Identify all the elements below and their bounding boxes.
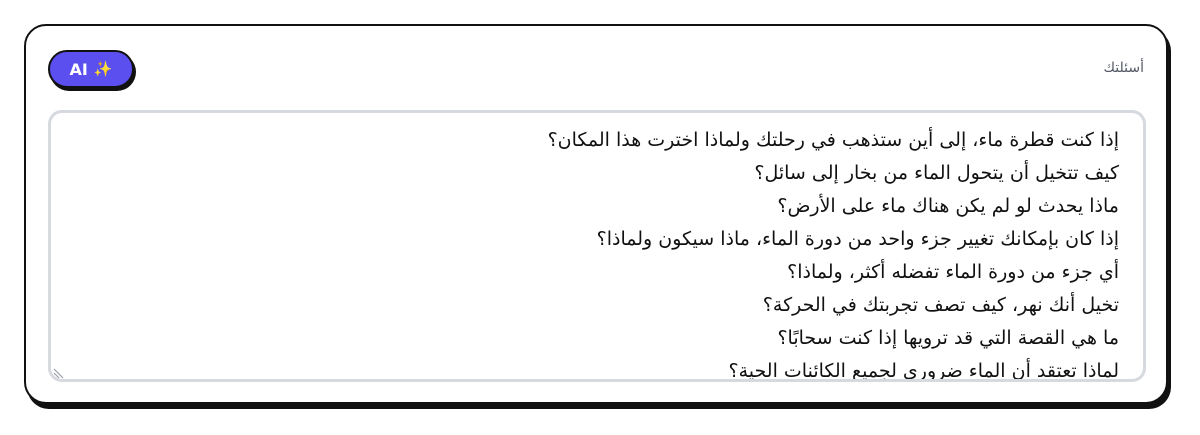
questions-card: أسئلتك AI ✨ إذا كنت قطرة ماء، إلى أين ست… bbox=[24, 24, 1168, 404]
ai-generate-button[interactable]: AI ✨ bbox=[48, 50, 134, 88]
ai-button-label: AI bbox=[69, 59, 88, 79]
question-line: ماذا يحدث لو لم يكن هناك ماء على الأرض؟ bbox=[777, 195, 1119, 217]
question-line: إذا كان بإمكانك تغيير جزء واحد من دورة ا… bbox=[596, 228, 1119, 250]
question-line: كيف تتخيل أن يتحول الماء من بخار إلى سائ… bbox=[754, 162, 1119, 184]
field-label: أسئلتك bbox=[1103, 60, 1144, 76]
question-line: تخيل أنك نهر، كيف تصف تجربتك في الحركة؟ bbox=[762, 294, 1119, 316]
question-line: ما هي القصة التي قد ترويها إذا كنت سحابً… bbox=[777, 327, 1119, 349]
question-line: أي جزء من دورة الماء تفضله أكثر، ولماذا؟ bbox=[787, 261, 1119, 283]
sparkles-icon: ✨ bbox=[93, 60, 113, 78]
question-line: لماذا تعتقد أن الماء ضروري لجميع الكائنا… bbox=[728, 360, 1119, 382]
questions-textarea[interactable]: إذا كنت قطرة ماء، إلى أين ستذهب في رحلتك… bbox=[48, 110, 1146, 382]
question-line: إذا كنت قطرة ماء، إلى أين ستذهب في رحلتك… bbox=[547, 129, 1119, 151]
questions-text[interactable]: إذا كنت قطرة ماء، إلى أين ستذهب في رحلتك… bbox=[71, 124, 1119, 382]
resize-handle-icon[interactable] bbox=[53, 365, 67, 379]
